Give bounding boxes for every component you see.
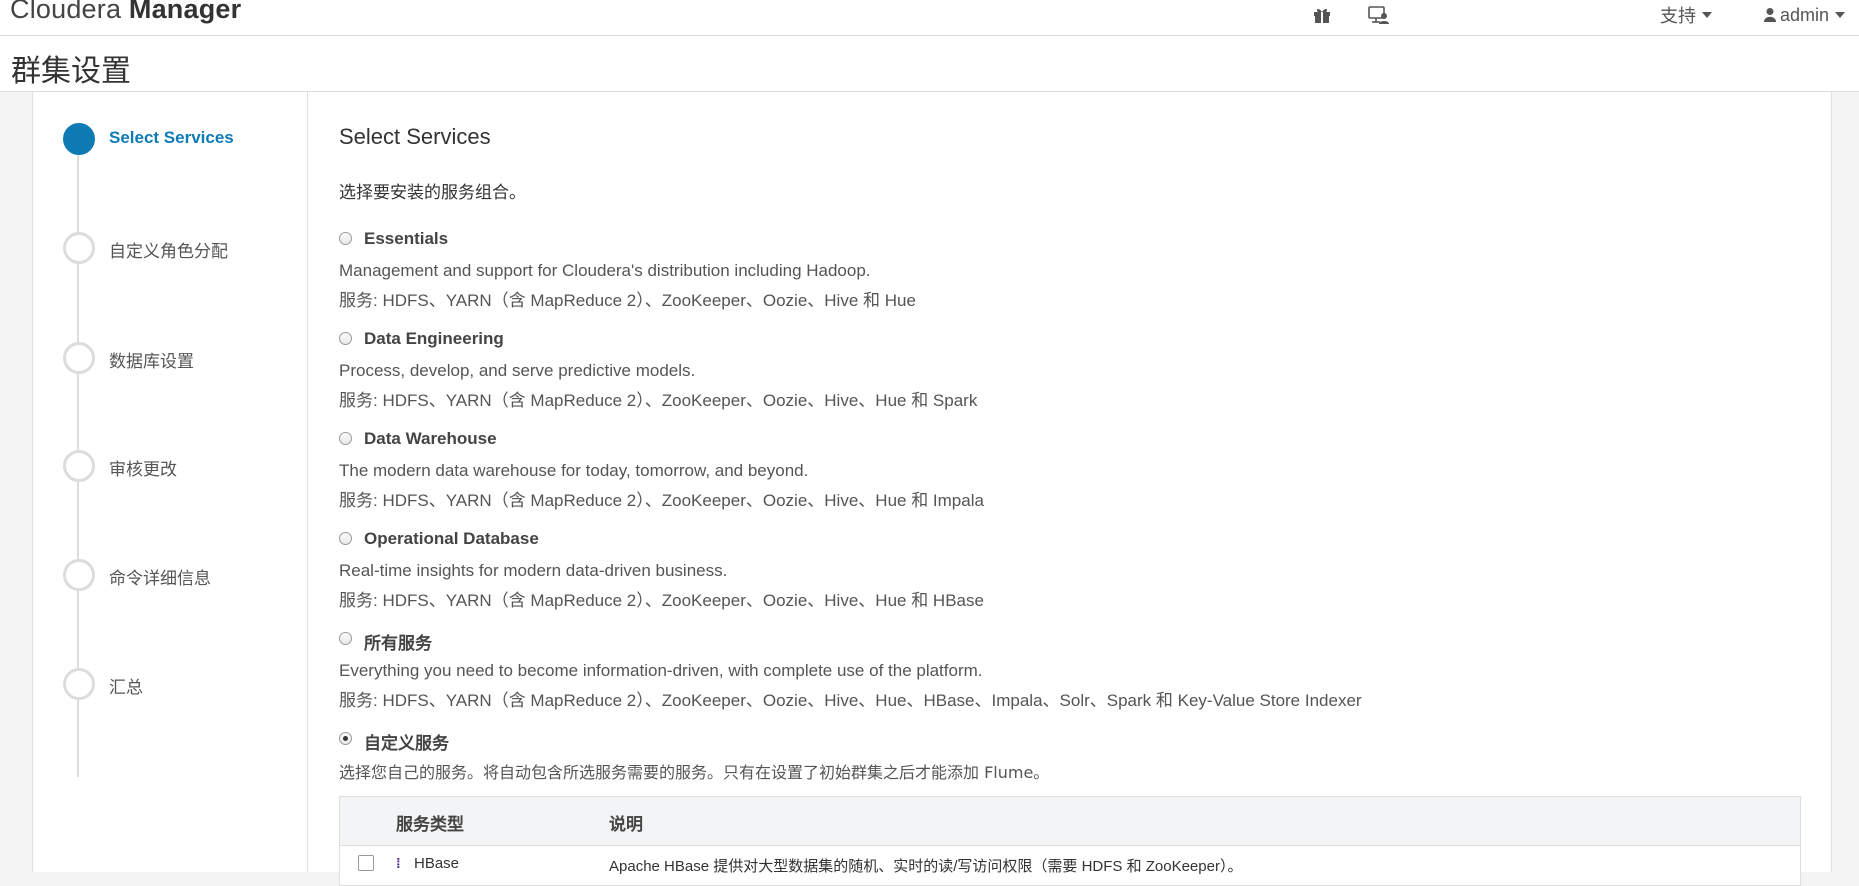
step-label: 自定义角色分配: [109, 242, 228, 262]
column-header-description: 说明: [609, 815, 643, 835]
option-name: Essentials: [364, 229, 449, 248]
option-services: 服务: HDFS、YARN（含 MapReduce 2）、ZooKeeper、O…: [339, 691, 1362, 710]
step-indicator-active: [63, 123, 95, 155]
row-checkbox[interactable]: [358, 855, 374, 871]
option-description: The modern data warehouse for today, tom…: [339, 461, 809, 480]
support-label: 支持: [1660, 6, 1696, 27]
whats-new-button[interactable]: [1313, 0, 1331, 30]
user-icon: [1763, 8, 1776, 22]
step-indicator: [63, 450, 95, 482]
services-table: 服务类型 说明 ⁞ HBase Apache HBase 提供对大型数据集的随机…: [339, 796, 1801, 886]
brand-logo[interactable]: Cloudera Manager: [10, 0, 241, 25]
radio-all-services[interactable]: [339, 632, 352, 645]
section-title: Select Services: [339, 124, 491, 149]
option-description: Process, develop, and serve predictive m…: [339, 361, 696, 380]
user-menu[interactable]: admin: [1763, 0, 1845, 30]
option-name: 自定义服务: [364, 734, 449, 754]
table-header: 服务类型 说明: [340, 797, 1800, 846]
option-name: Data Warehouse: [364, 429, 497, 448]
column-header-service-type: 服务类型: [396, 815, 464, 835]
option-description: 选择您自己的服务。将自动包含所选服务需要的服务。只有在设置了初始群集之后才能添加…: [339, 763, 1050, 782]
intro-text: 选择要安装的服务组合。: [339, 183, 526, 203]
step-summary: 汇总: [63, 668, 303, 700]
wizard-card: Select Services 自定义角色分配 数据库设置 审核更改 命令详细信…: [32, 92, 1832, 886]
step-indicator: [63, 232, 95, 264]
option-services: 服务: HDFS、YARN（含 MapReduce 2）、ZooKeeper、O…: [339, 491, 984, 510]
option-description: Real-time insights for modern data-drive…: [339, 561, 728, 580]
option-description: Everything you need to become informatio…: [339, 661, 983, 680]
step-indicator: [63, 342, 95, 374]
support-menu[interactable]: 支持: [1660, 0, 1712, 30]
gift-icon: [1314, 8, 1330, 23]
radio-data-engineering[interactable]: [339, 332, 352, 345]
radio-custom-services[interactable]: [339, 732, 352, 745]
option-name: Operational Database: [364, 529, 539, 548]
radio-data-warehouse[interactable]: [339, 432, 352, 445]
step-label: 命令详细信息: [109, 569, 211, 589]
page-title: 群集设置: [11, 54, 131, 89]
radio-essentials[interactable]: [339, 232, 352, 245]
step-review-changes: 审核更改: [63, 450, 303, 482]
step-database-setup: 数据库设置: [63, 342, 303, 374]
main-content: Select Services 选择要安装的服务组合。 Essentials M…: [339, 92, 1819, 886]
option-services: 服务: HDFS、YARN（含 MapReduce 2）、ZooKeeper、O…: [339, 591, 984, 610]
step-label: Select Services: [109, 128, 234, 147]
option-services: 服务: HDFS、YARN（含 MapReduce 2）、ZooKeeper、O…: [339, 391, 978, 410]
caret-down-icon: [1702, 12, 1712, 18]
step-label: 审核更改: [109, 460, 177, 480]
step-role-assignment: 自定义角色分配: [63, 232, 303, 264]
monitor-user-icon: [1368, 6, 1389, 24]
step-label: 数据库设置: [109, 352, 194, 372]
page-header: 群集设置: [0, 36, 1859, 92]
step-indicator: [63, 668, 95, 700]
caret-down-icon: [1835, 12, 1845, 18]
brand-bold: Manager: [128, 0, 242, 24]
radio-operational-database[interactable]: [339, 532, 352, 545]
option-services: 服务: HDFS、YARN（含 MapReduce 2）、ZooKeeper、O…: [339, 291, 916, 310]
wizard-steps: Select Services 自定义角色分配 数据库设置 审核更改 命令详细信…: [33, 92, 308, 872]
option-name: 所有服务: [364, 634, 432, 654]
top-navbar: Cloudera Manager 支持 admin: [0, 0, 1859, 36]
hbase-icon: ⁞: [396, 855, 401, 871]
step-select-services[interactable]: Select Services: [63, 123, 303, 155]
option-description: Management and support for Cloudera's di…: [339, 261, 871, 280]
user-label: admin: [1779, 4, 1829, 25]
brand-light: Cloudera: [10, 0, 122, 24]
service-name: HBase: [414, 855, 460, 872]
step-label: 汇总: [109, 678, 143, 698]
step-command-details: 命令详细信息: [63, 559, 303, 591]
step-indicator: [63, 559, 95, 591]
option-name: Data Engineering: [364, 329, 504, 348]
running-commands-button[interactable]: [1367, 0, 1389, 30]
